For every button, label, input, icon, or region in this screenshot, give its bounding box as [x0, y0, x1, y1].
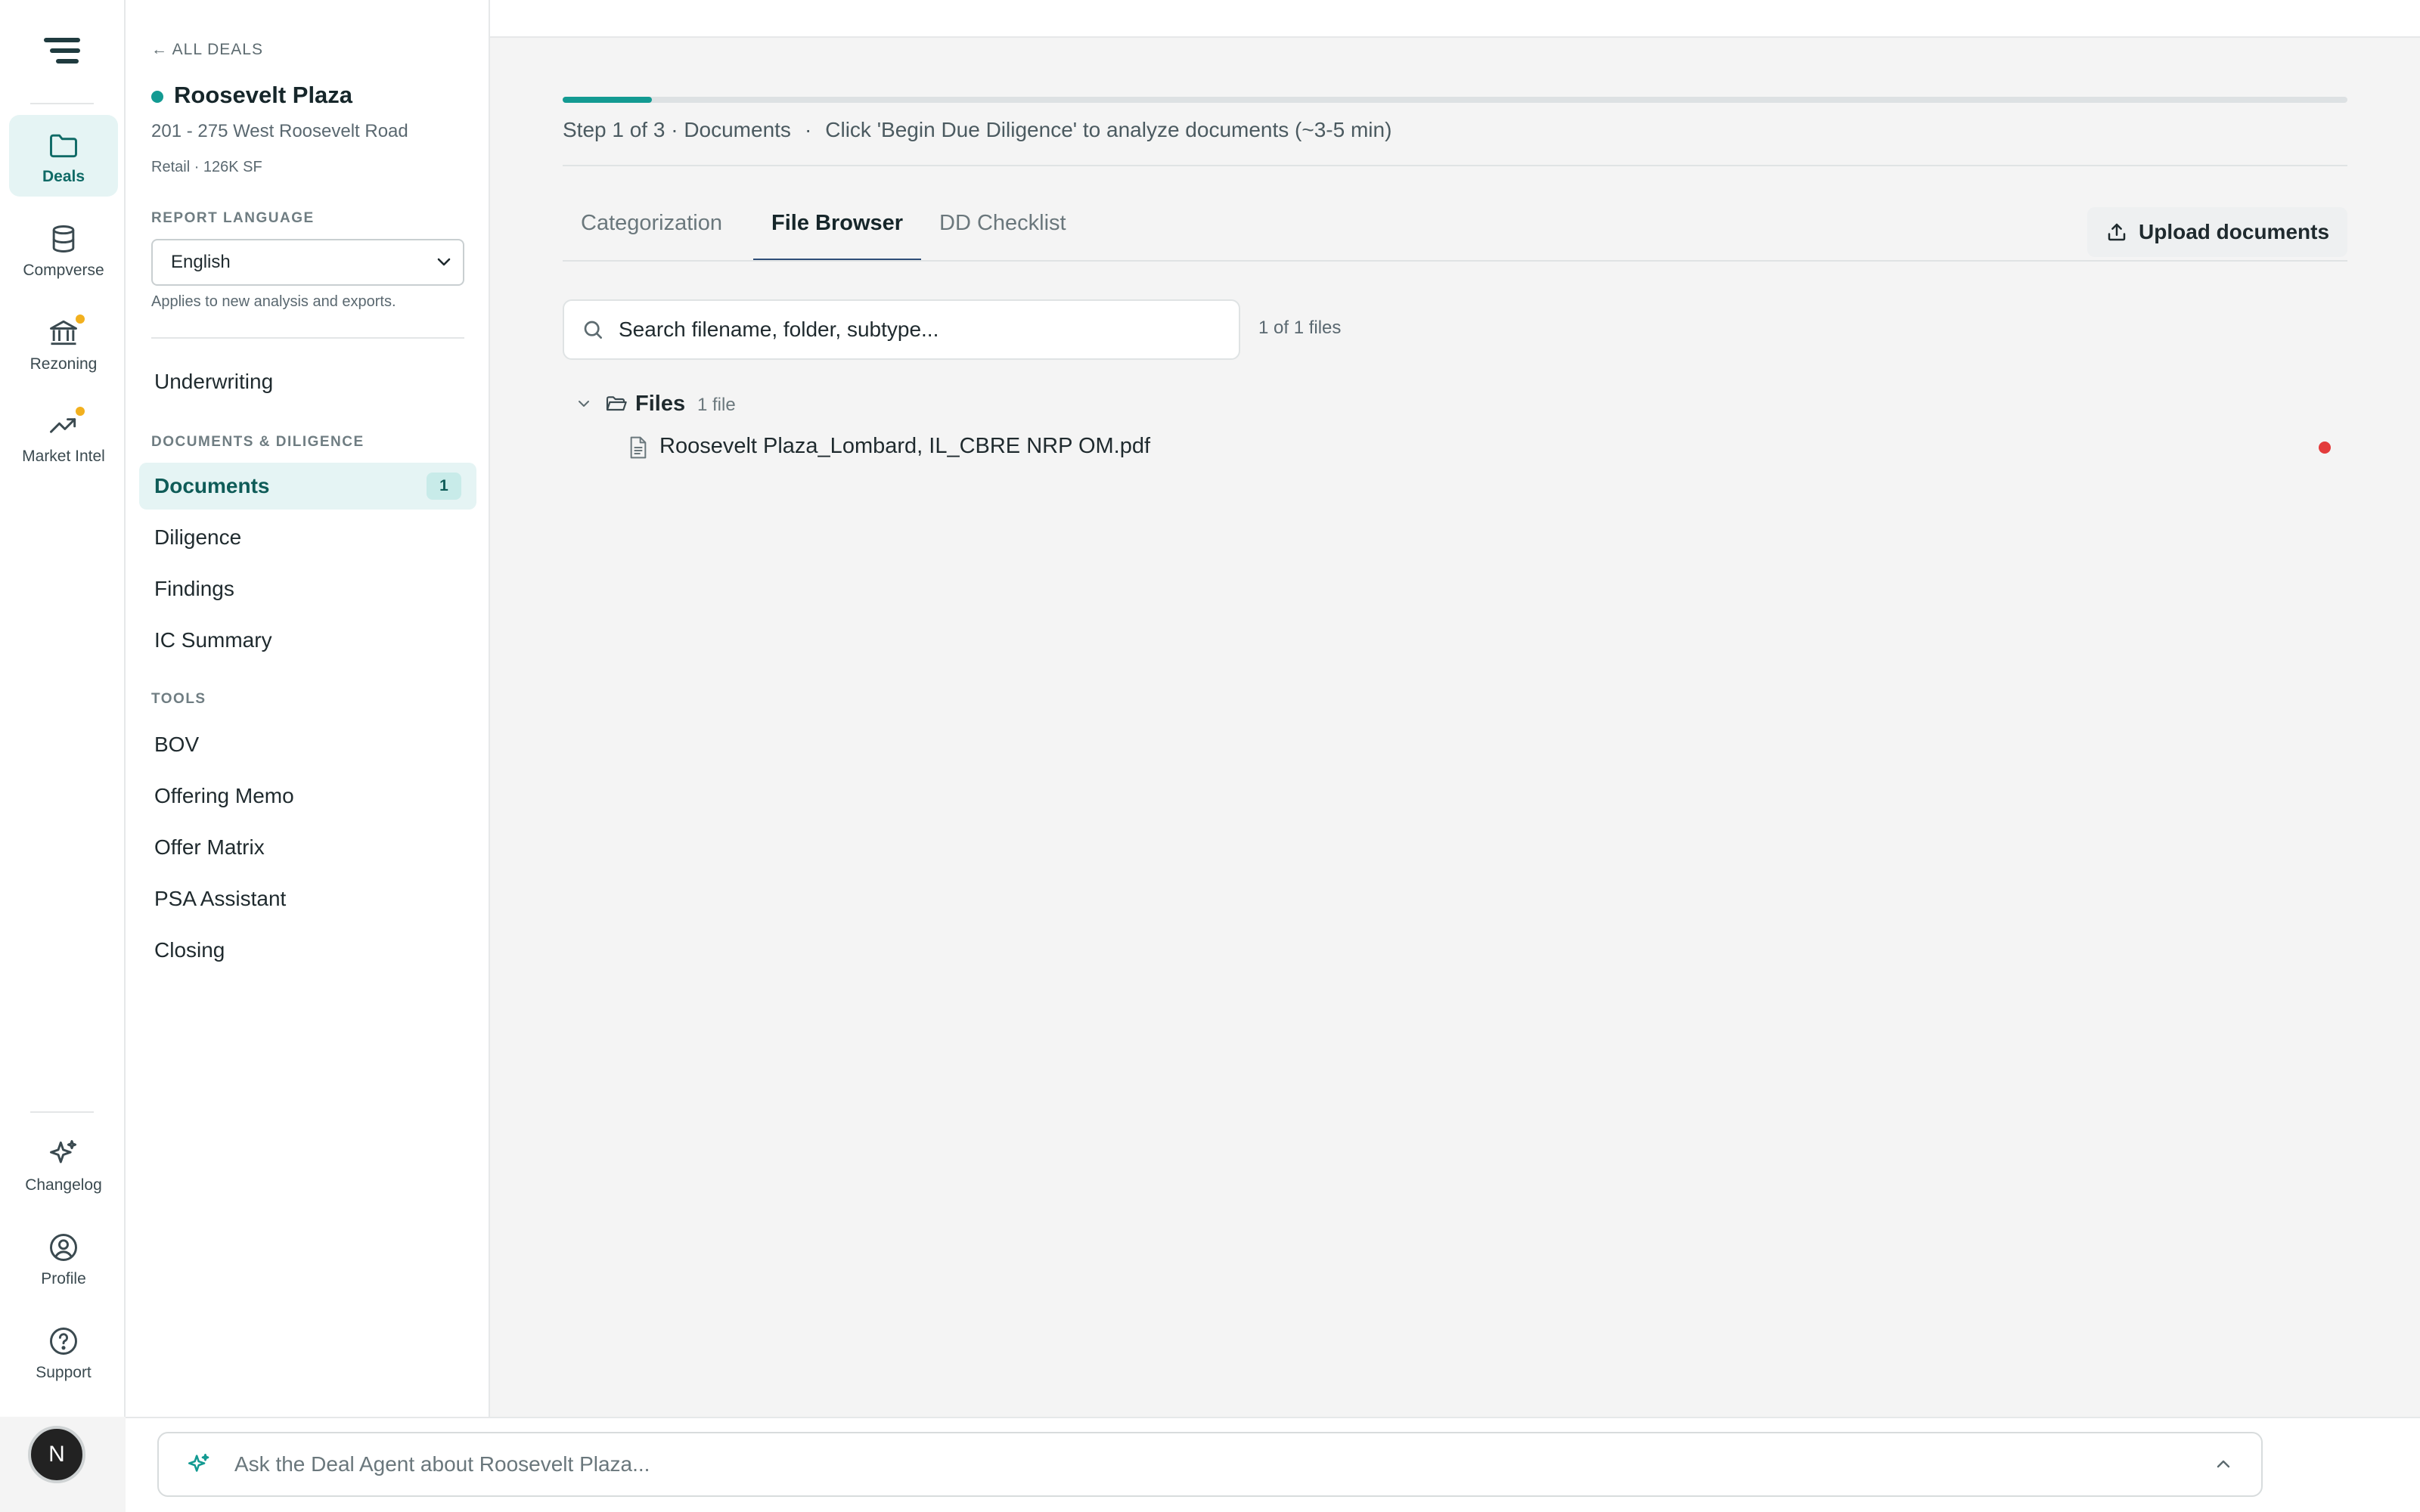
deal-address: 201 - 275 West Roosevelt Road	[151, 121, 408, 141]
upload-documents-button[interactable]: Upload documents	[2087, 207, 2347, 257]
rail-item-label: Compverse	[23, 262, 104, 279]
rail-item-rezoning[interactable]: Rezoning	[9, 302, 118, 384]
step-label: Step 1 of 3 · Documents	[563, 118, 791, 141]
main-divider	[563, 165, 2347, 166]
folder-file-count: 1 file	[697, 395, 736, 415]
user-avatar[interactable]: N	[28, 1426, 85, 1483]
deal-agent-input[interactable]: Ask the Deal Agent about Roosevelt Plaza…	[157, 1432, 2263, 1497]
documents-section-label: DOCUMENTS & DILIGENCE	[151, 434, 365, 450]
report-language-help: Applies to new analysis and exports.	[151, 293, 396, 310]
rail-item-support[interactable]: Support	[9, 1311, 118, 1393]
rail-divider	[30, 1111, 94, 1113]
sparkle-icon	[47, 1137, 80, 1170]
rail-item-profile[interactable]: Profile	[9, 1217, 118, 1299]
database-icon	[47, 222, 80, 256]
tab-dd-checklist[interactable]: DD Checklist	[921, 198, 1084, 262]
top-bar	[490, 0, 2420, 38]
rail-item-compverse[interactable]: Compverse	[9, 209, 118, 290]
rail-divider	[30, 103, 94, 104]
rail-item-label: Changelog	[25, 1176, 102, 1194]
sidebar-item-findings[interactable]: Findings	[139, 565, 476, 612]
deal-title: Roosevelt Plaza	[174, 82, 353, 108]
rail-item-changelog[interactable]: Changelog	[9, 1123, 118, 1205]
sidebar-item-offering-memo[interactable]: Offering Memo	[139, 773, 476, 820]
step-indicator: Step 1 of 3 · Documents · Click 'Begin Due…	[563, 118, 1392, 142]
workflow-progress-fill	[563, 97, 652, 103]
sidebar-item-underwriting[interactable]: Underwriting	[139, 358, 476, 405]
file-status-dot	[2319, 442, 2331, 454]
tab-categorization[interactable]: Categorization	[563, 198, 740, 262]
count-badge: 1	[427, 472, 461, 500]
rail-item-label: Deals	[42, 168, 85, 185]
sidebar-item-closing[interactable]: Closing	[139, 927, 476, 974]
file-count: 1 of 1 files	[1258, 318, 1342, 338]
rail-item-market-intel[interactable]: Market Intel	[9, 395, 118, 476]
app-logo-icon[interactable]	[44, 35, 82, 68]
chevron-down-icon	[437, 258, 451, 266]
sidebar-item-bov[interactable]: BOV	[139, 721, 476, 768]
sidebar-item-diligence[interactable]: Diligence	[139, 514, 476, 561]
folder-name: Files	[635, 392, 686, 416]
file-icon	[630, 436, 647, 459]
sidebar-item-documents[interactable]: Documents 1	[139, 463, 476, 510]
report-language-label: REPORT LANGUAGE	[151, 210, 315, 226]
all-deals-link[interactable]: ← ALL DEALS	[151, 41, 263, 59]
report-language-select[interactable]: English	[151, 239, 464, 286]
trend-icon	[47, 408, 80, 442]
step-separator: ·	[804, 118, 812, 141]
sidebar-item-ic-summary[interactable]: IC Summary	[139, 617, 476, 664]
search-icon	[584, 321, 602, 339]
sidebar-item-offer-matrix[interactable]: Offer Matrix	[139, 824, 476, 871]
chevron-down-icon	[579, 401, 589, 407]
sidebar-divider	[151, 337, 464, 339]
tabs-divider	[563, 260, 2347, 262]
help-icon	[47, 1325, 80, 1358]
rail-item-deals[interactable]: Deals	[9, 115, 118, 197]
sparkle-icon	[188, 1453, 209, 1472]
search-placeholder: Search filename, folder, subtype...	[619, 318, 939, 341]
deal-status-dot	[151, 91, 163, 103]
file-row[interactable]: Roosevelt Plaza_Lombard, IL_CBRE NRP OM.…	[628, 431, 2344, 464]
app-rail: Deals Compverse Rezoning Market Intel Ch…	[0, 0, 126, 1417]
folder-icon	[47, 129, 80, 162]
rail-item-label: Support	[36, 1364, 92, 1381]
folder-open-icon	[606, 396, 627, 411]
rail-item-label: Profile	[41, 1270, 86, 1287]
file-search-input[interactable]: Search filename, folder, subtype...	[563, 299, 1240, 360]
agent-placeholder: Ask the Deal Agent about Roosevelt Plaza…	[234, 1452, 650, 1476]
step-hint: Click 'Begin Due Diligence' to analyze d…	[825, 118, 1392, 141]
file-name: Roosevelt Plaza_Lombard, IL_CBRE NRP OM.…	[659, 434, 1151, 458]
upload-documents-label: Upload documents	[2139, 220, 2330, 243]
bank-icon	[47, 316, 80, 349]
deal-meta: Retail · 126K SF	[151, 159, 262, 175]
sidebar-item-psa-assistant[interactable]: PSA Assistant	[139, 875, 476, 922]
upload-icon	[2108, 223, 2126, 241]
sidebar-item-label: Documents	[154, 474, 270, 497]
notification-dot	[76, 407, 85, 416]
report-language-value: English	[171, 252, 231, 272]
tools-section-label: TOOLS	[151, 691, 206, 707]
workflow-progress	[563, 97, 2347, 103]
tab-file-browser[interactable]: File Browser	[753, 198, 922, 262]
notification-dot	[76, 314, 85, 324]
deal-sidebar: ← ALL DEALS Roosevelt Plaza 201 - 275 We…	[126, 0, 490, 1417]
user-circle-icon	[47, 1231, 80, 1264]
chevron-up-icon[interactable]	[2214, 1456, 2232, 1471]
rail-item-label: Market Intel	[22, 448, 105, 465]
rail-item-label: Rezoning	[29, 355, 98, 373]
